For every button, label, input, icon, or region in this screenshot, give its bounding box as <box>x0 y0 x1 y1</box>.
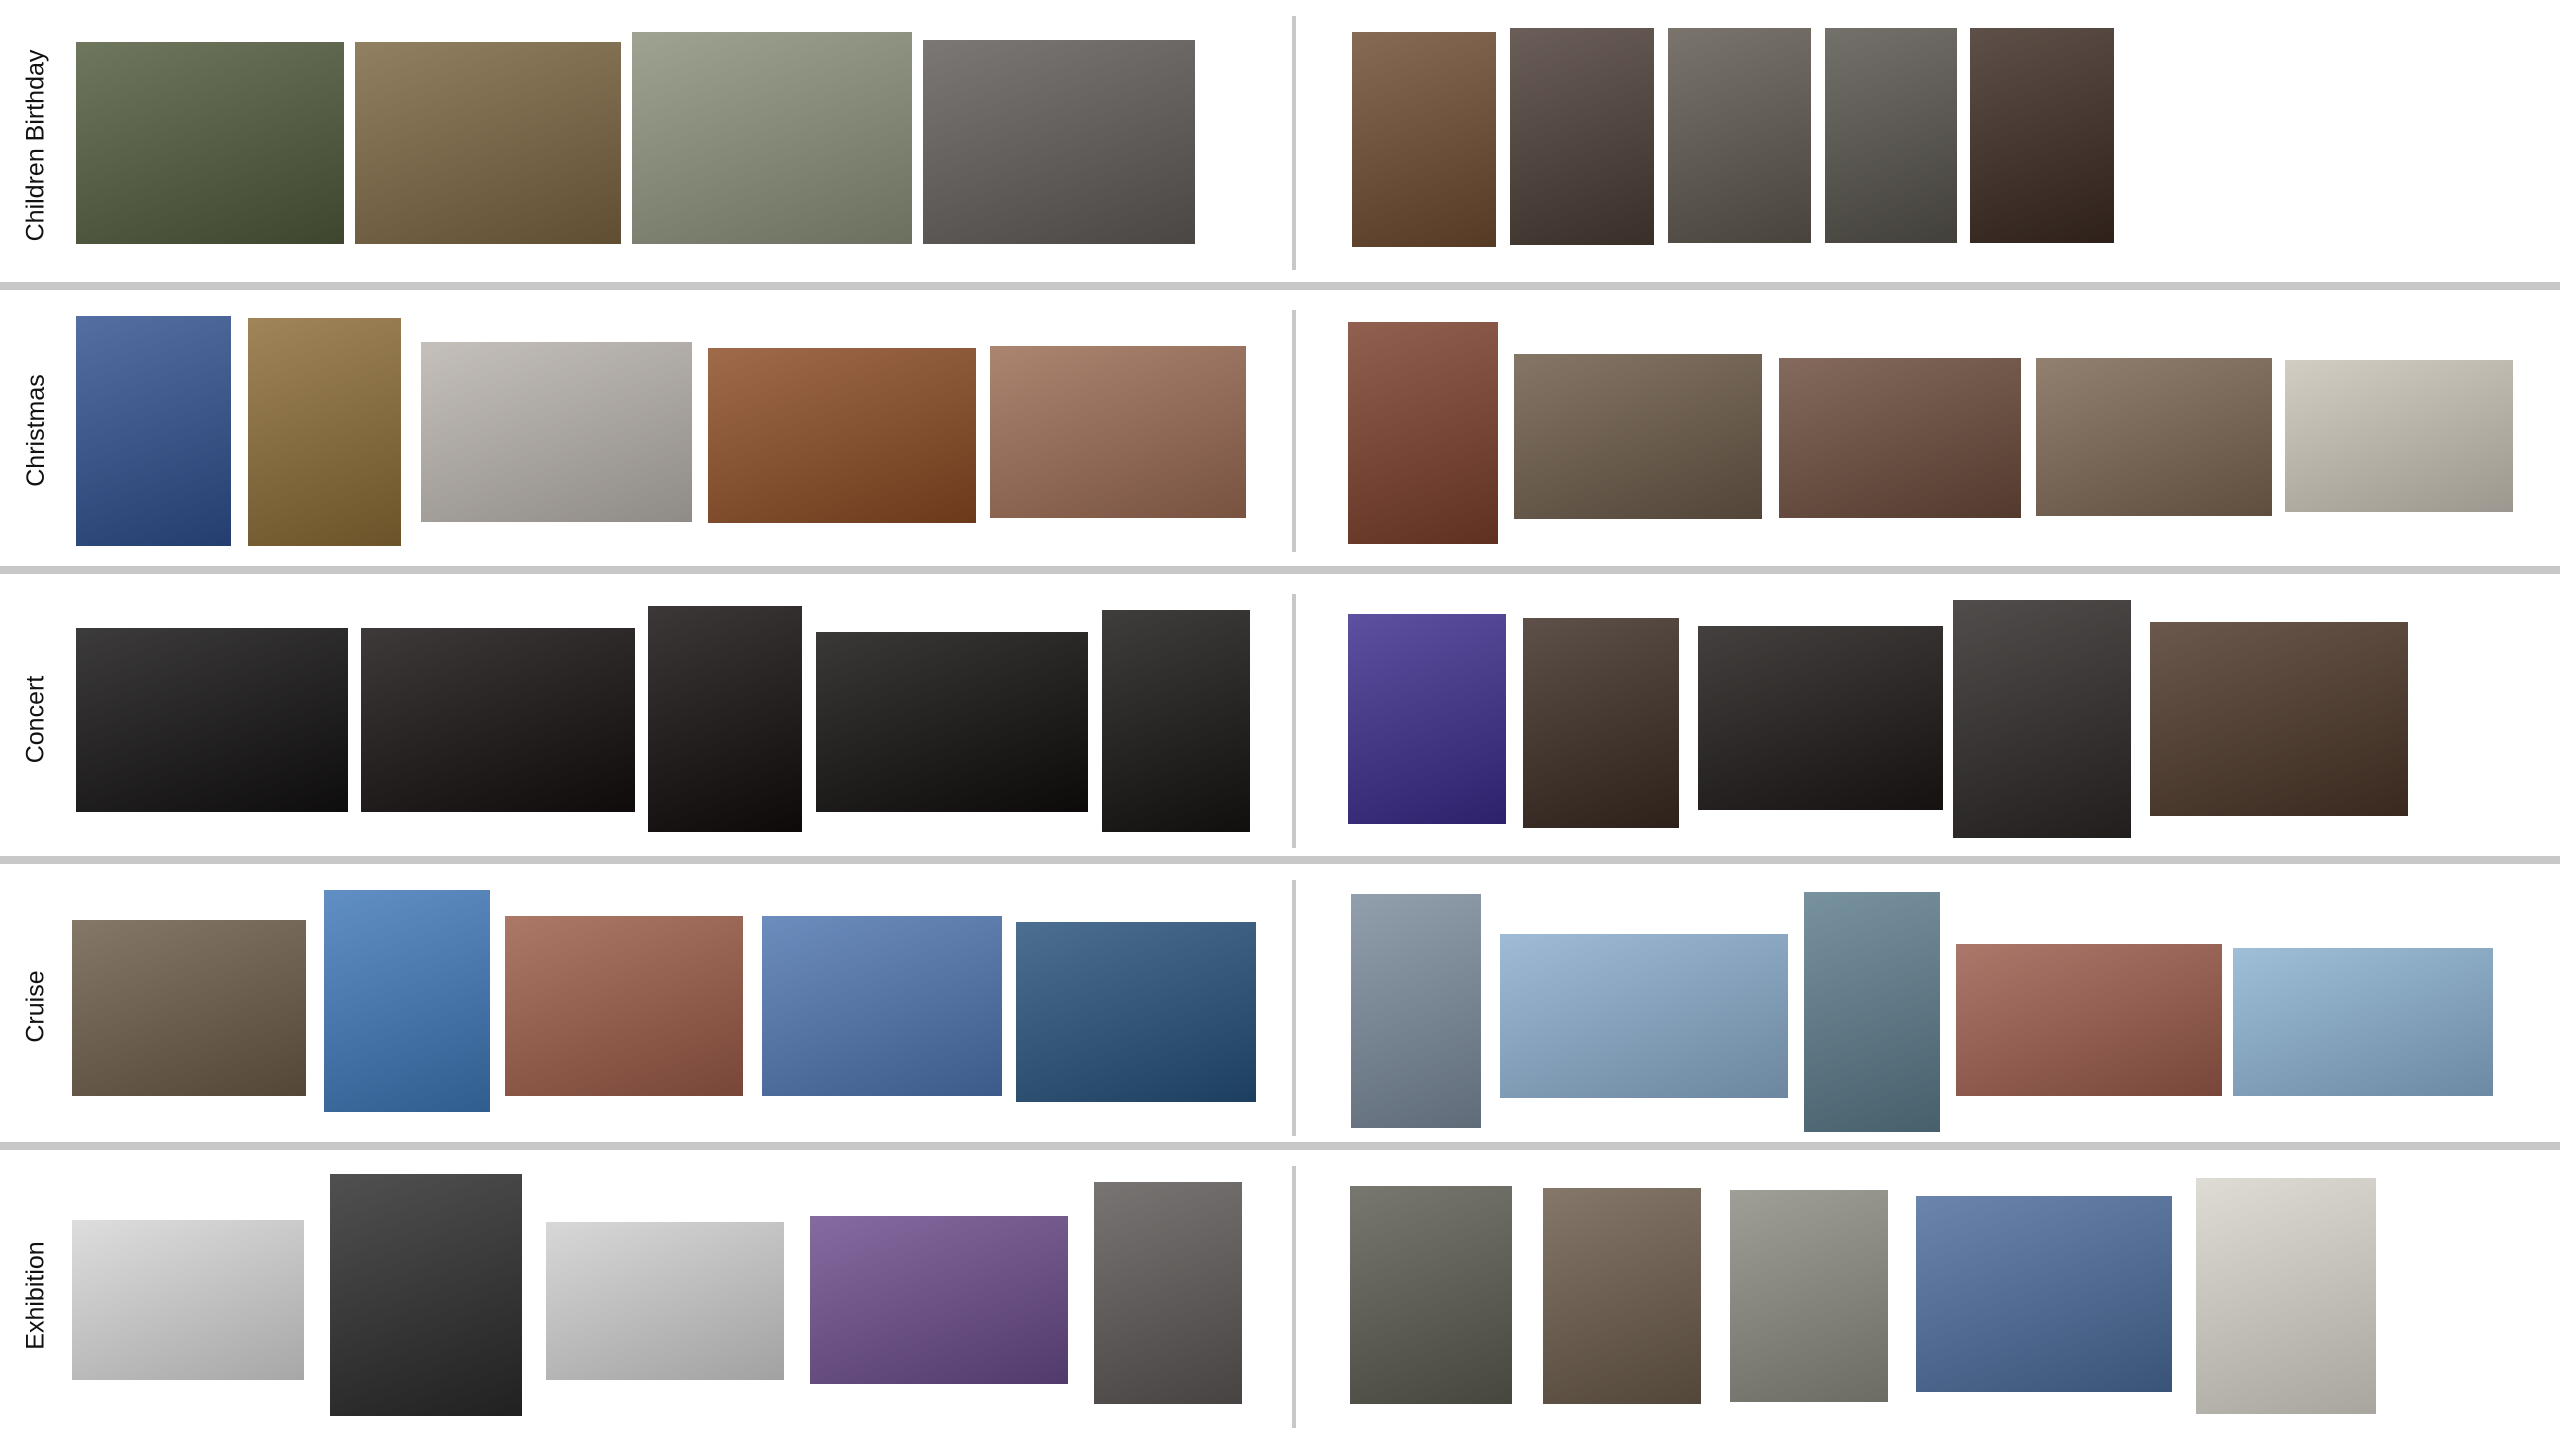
pool-deck-photo <box>1804 892 1940 1132</box>
row-label-text: Children Birthday <box>21 49 50 241</box>
guitarist-pub-photo <box>1523 618 1679 828</box>
carving-board-photo <box>990 346 1246 518</box>
botanical-print-photo <box>330 1174 522 1416</box>
cake-slice-photo <box>2285 360 2513 512</box>
row-christmas: Christmas <box>0 290 2560 570</box>
row-label-text: Exhibition <box>21 1240 50 1350</box>
grandparents-gift-photo <box>1514 354 1762 519</box>
placard-photo <box>2196 1178 2376 1414</box>
row-divider <box>0 566 2560 574</box>
row-concert: Concert <box>0 574 2560 860</box>
guitarist-lights-photo <box>2150 622 2408 816</box>
woman-child-window-photo <box>1825 28 1957 243</box>
puppet-photo-1 <box>1543 1188 1701 1404</box>
row-label: Cruise <box>18 884 54 1128</box>
wrapped-gifts-photo <box>76 316 231 546</box>
column-divider <box>1292 594 1296 848</box>
ship-deck-photo <box>762 916 1002 1096</box>
playset-photo <box>355 42 621 244</box>
row-label: Exhibition <box>18 1170 54 1420</box>
duo-stage-photo-1 <box>76 628 348 812</box>
guitarist-purple-photo <box>1348 614 1506 824</box>
photo-prints-photo <box>72 1220 304 1380</box>
yacht-photo <box>1016 922 1256 1102</box>
dad-baby-photo <box>1970 28 2114 243</box>
cupcake-plate-photo <box>1668 28 1811 243</box>
row-label-text: Christmas <box>21 373 50 487</box>
row-label-text: Cruise <box>21 969 50 1043</box>
mother-kids-photo <box>1510 28 1654 245</box>
row-divider <box>0 856 2560 864</box>
hotel-room-photo <box>72 920 306 1096</box>
row-label: Christmas <box>18 310 54 550</box>
guitarist-portrait-photo <box>1953 600 2131 838</box>
palm-tree-photo <box>324 890 490 1112</box>
row-label: Concert <box>18 594 54 844</box>
atrium-photo <box>505 916 743 1096</box>
row-divider <box>0 1142 2560 1150</box>
column-divider <box>1292 310 1296 552</box>
guitar-closeup-photo <box>1698 626 1943 810</box>
column-divider <box>1292 16 1296 270</box>
cupcakes-tray-photo <box>923 40 1195 244</box>
row-exhibition: Exhibition <box>0 1150 2560 1440</box>
little-girls-photo <box>1779 358 2021 518</box>
party-table-photo <box>632 32 912 244</box>
roast-ham-photo <box>708 348 976 523</box>
typography-poster-photo <box>810 1216 1068 1384</box>
family-table-photo <box>2036 358 2272 516</box>
display-cases-photo <box>1350 1186 1512 1404</box>
beach-booth-photo <box>1916 1196 2172 1392</box>
row-cruise: Cruise <box>0 864 2560 1146</box>
column-divider <box>1292 1166 1296 1428</box>
duo-stage-photo-4 <box>816 632 1088 812</box>
man-coat-photo <box>421 342 692 522</box>
row-children-birthday: Children Birthday <box>0 0 2560 286</box>
duo-stage-photo-2 <box>361 628 635 812</box>
tree-kids-photo <box>1348 322 1498 544</box>
row-label-text: Concert <box>21 675 50 763</box>
christmas-tree-photo <box>248 318 401 546</box>
black-boxes-photo <box>546 1222 784 1380</box>
ship-funnel-photo <box>1351 894 1481 1128</box>
baby-grandpa-photo <box>1352 32 1496 247</box>
water-park-photo <box>2233 948 2493 1096</box>
coffee-cart-photo <box>1094 1182 1242 1404</box>
row-divider <box>0 282 2560 290</box>
duo-stage-photo-3 <box>648 606 802 832</box>
row-label: Children Birthday <box>18 20 54 270</box>
puppet-photo-2 <box>1730 1190 1888 1402</box>
yard-kids-photo <box>76 42 344 244</box>
singer-closeup-photo <box>1102 610 1250 832</box>
waterslide-sky-photo <box>1500 934 1788 1098</box>
red-funnel-photo <box>1956 944 2222 1096</box>
column-divider <box>1292 880 1296 1136</box>
